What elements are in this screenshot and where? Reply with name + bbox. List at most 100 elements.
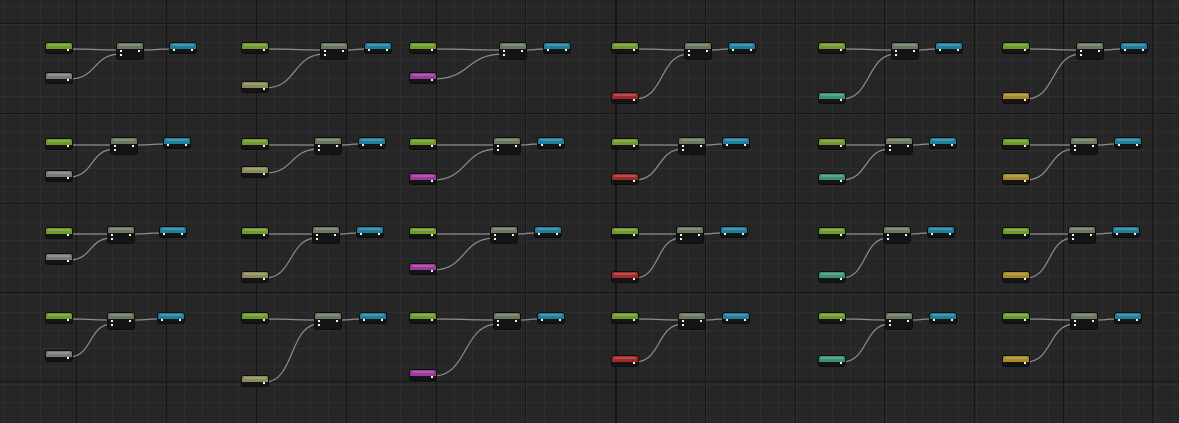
constant-input-node[interactable]: [612, 313, 638, 323]
input-pin[interactable]: [497, 149, 499, 151]
input-pin[interactable]: [318, 320, 320, 322]
connection-wire[interactable]: [634, 323, 684, 363]
output-pin[interactable]: [1092, 145, 1094, 147]
input-pin[interactable]: [120, 50, 122, 52]
connection-wire[interactable]: [1025, 148, 1076, 181]
input-pin[interactable]: [933, 319, 935, 321]
output-pin[interactable]: [633, 234, 635, 236]
input-pin[interactable]: [895, 54, 897, 56]
output-pin[interactable]: [263, 319, 265, 321]
multiply-node[interactable]: [500, 43, 526, 59]
multiply-node[interactable]: [313, 227, 339, 243]
result-node[interactable]: [158, 313, 184, 323]
result-node[interactable]: [359, 138, 385, 148]
input-pin[interactable]: [316, 234, 318, 236]
result-node[interactable]: [360, 313, 386, 323]
connection-wire[interactable]: [68, 48, 122, 51]
input-pin[interactable]: [363, 319, 365, 321]
multiply-node[interactable]: [677, 227, 703, 243]
multiply-node[interactable]: [494, 313, 520, 329]
output-pin[interactable]: [750, 49, 752, 51]
connection-wire[interactable]: [139, 48, 175, 51]
result-node[interactable]: [721, 227, 747, 237]
connection-wire[interactable]: [264, 148, 320, 174]
input-pin[interactable]: [1072, 234, 1074, 236]
secondary-input-node[interactable]: [1003, 356, 1029, 366]
result-node[interactable]: [1115, 138, 1141, 148]
output-pin[interactable]: [515, 145, 517, 147]
constant-input-node[interactable]: [410, 228, 436, 238]
multiply-node[interactable]: [1071, 313, 1097, 329]
input-pin[interactable]: [318, 324, 320, 326]
output-pin[interactable]: [957, 49, 959, 51]
output-pin[interactable]: [744, 319, 746, 321]
output-pin[interactable]: [840, 278, 842, 280]
multiply-node[interactable]: [892, 43, 918, 59]
output-pin[interactable]: [129, 234, 131, 236]
output-pin[interactable]: [1098, 50, 1100, 52]
result-node[interactable]: [723, 313, 749, 323]
multiply-node[interactable]: [491, 227, 517, 243]
connection-wire[interactable]: [841, 148, 891, 181]
input-pin[interactable]: [1118, 319, 1120, 321]
secondary-input-node[interactable]: [242, 272, 268, 282]
output-pin[interactable]: [700, 320, 702, 322]
secondary-input-node[interactable]: [1003, 272, 1029, 282]
output-pin[interactable]: [512, 234, 514, 236]
multiply-node[interactable]: [494, 138, 520, 154]
result-node[interactable]: [538, 313, 564, 323]
result-node[interactable]: [936, 43, 962, 53]
output-pin[interactable]: [263, 278, 265, 280]
output-pin[interactable]: [840, 234, 842, 236]
result-node[interactable]: [1113, 227, 1139, 237]
output-pin[interactable]: [1134, 233, 1136, 235]
result-node[interactable]: [357, 227, 383, 237]
connection-wire[interactable]: [264, 53, 326, 89]
secondary-input-node[interactable]: [612, 356, 638, 366]
input-pin[interactable]: [503, 50, 505, 52]
input-pin[interactable]: [680, 234, 682, 236]
input-pin[interactable]: [1072, 238, 1074, 240]
output-pin[interactable]: [67, 79, 69, 81]
output-pin[interactable]: [840, 319, 842, 321]
connection-wire[interactable]: [264, 48, 326, 51]
output-pin[interactable]: [565, 49, 567, 51]
output-pin[interactable]: [556, 233, 558, 235]
input-pin[interactable]: [1074, 320, 1076, 322]
input-pin[interactable]: [318, 149, 320, 151]
input-pin[interactable]: [1116, 233, 1118, 235]
output-pin[interactable]: [949, 233, 951, 235]
multiply-node[interactable]: [321, 43, 347, 59]
input-pin[interactable]: [889, 145, 891, 147]
input-pin[interactable]: [933, 144, 935, 146]
input-pin[interactable]: [111, 234, 113, 236]
multiply-node[interactable]: [315, 138, 341, 154]
input-pin[interactable]: [547, 49, 549, 51]
output-pin[interactable]: [1092, 320, 1094, 322]
result-node[interactable]: [538, 138, 564, 148]
input-pin[interactable]: [111, 320, 113, 322]
constant-input-node[interactable]: [819, 43, 845, 53]
input-pin[interactable]: [889, 324, 891, 326]
input-pin[interactable]: [111, 238, 113, 240]
connection-wire[interactable]: [841, 53, 897, 100]
connection-wire[interactable]: [68, 237, 113, 261]
constant-input-node[interactable]: [819, 139, 845, 149]
connection-wire[interactable]: [1025, 48, 1082, 51]
secondary-input-node[interactable]: [242, 82, 268, 92]
secondary-input-node[interactable]: [612, 272, 638, 282]
input-pin[interactable]: [939, 49, 941, 51]
output-pin[interactable]: [431, 319, 433, 321]
output-pin[interactable]: [905, 234, 907, 236]
secondary-input-node[interactable]: [410, 264, 436, 274]
output-pin[interactable]: [1024, 49, 1026, 51]
input-pin[interactable]: [173, 49, 175, 51]
multiply-node[interactable]: [108, 313, 134, 329]
output-pin[interactable]: [706, 50, 708, 52]
output-pin[interactable]: [381, 319, 383, 321]
input-pin[interactable]: [887, 238, 889, 240]
input-pin[interactable]: [324, 50, 326, 52]
secondary-input-node[interactable]: [242, 167, 268, 177]
output-pin[interactable]: [67, 319, 69, 321]
output-pin[interactable]: [633, 362, 635, 364]
